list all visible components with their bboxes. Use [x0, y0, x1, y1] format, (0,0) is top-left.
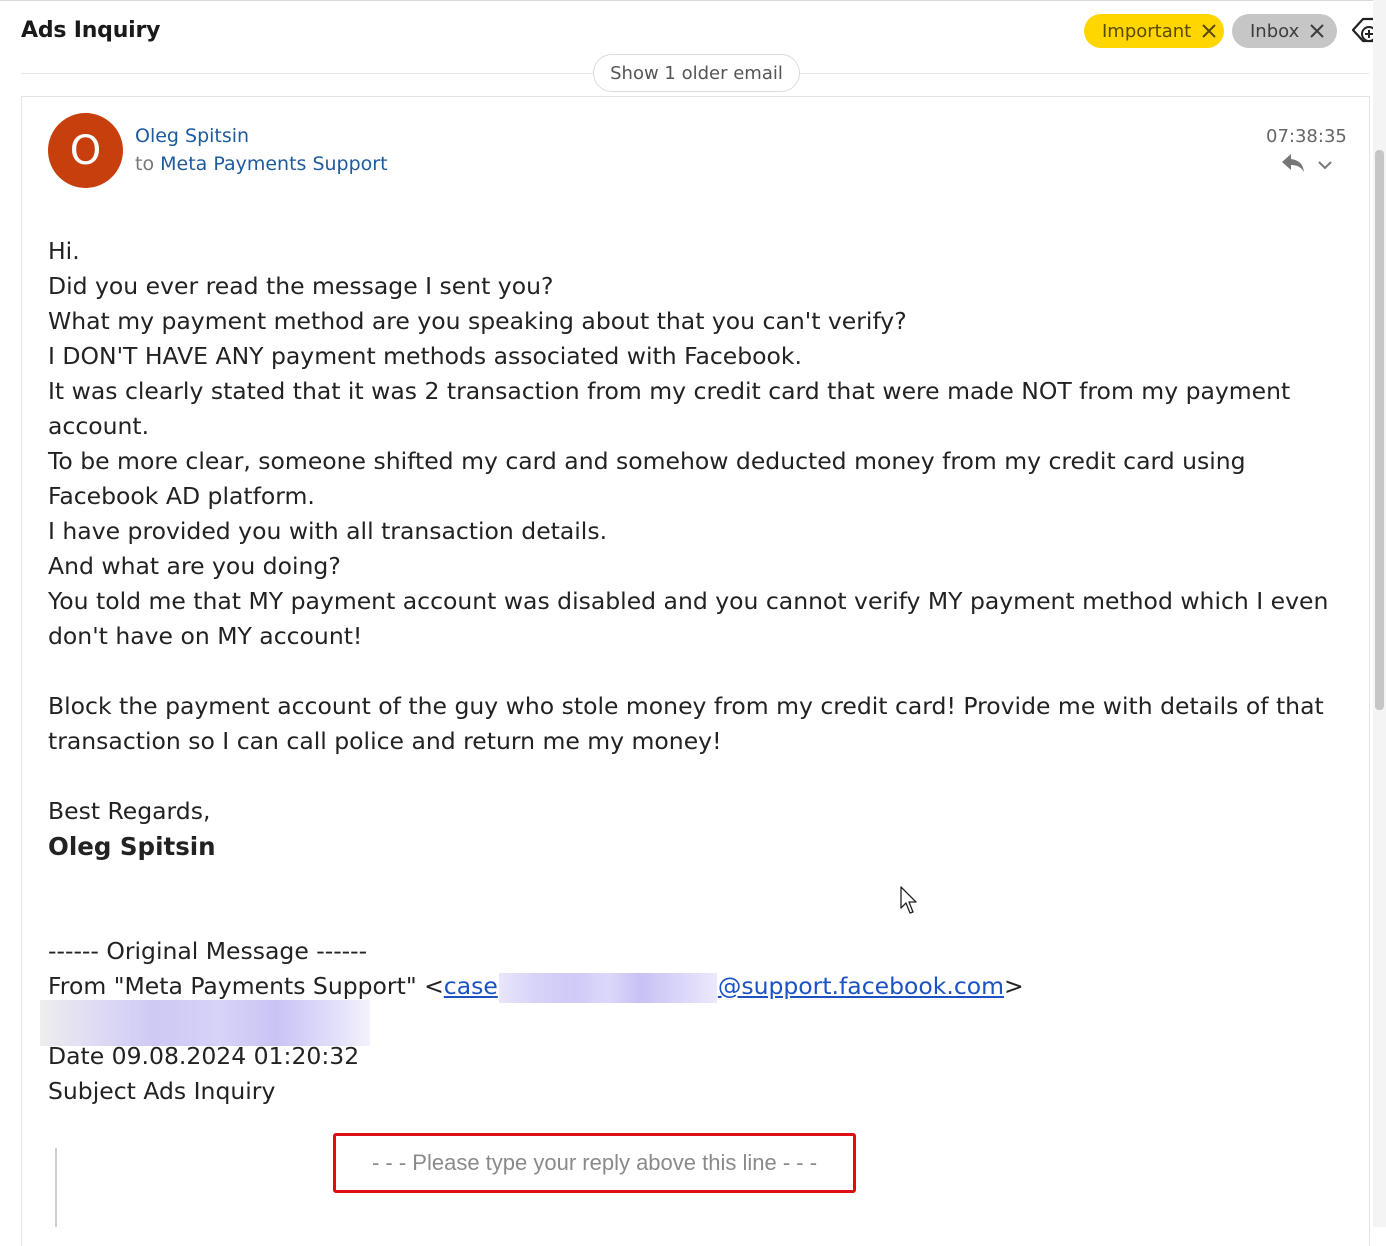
reply-icon[interactable] — [1280, 152, 1306, 174]
tag-important[interactable]: Important — [1084, 14, 1224, 48]
from-email-link[interactable]: case @support.facebook.com — [444, 972, 1004, 1003]
closing: Best Regards, — [48, 797, 211, 825]
from-suffix: > — [1004, 972, 1024, 1000]
original-header: ------ Original Message ------ — [48, 937, 368, 965]
body-line: What my payment method are you speaking … — [48, 307, 907, 335]
to-prefix: to — [135, 153, 155, 175]
original-subject: Subject Ads Inquiry — [48, 1077, 276, 1105]
from-prefix: From "Meta Payments Support" < — [48, 972, 444, 1000]
body-line: I DON'T HAVE ANY payment methods associa… — [48, 342, 802, 370]
body-paragraph: Block the payment account of the guy who… — [48, 692, 1324, 755]
body-line: I have provided you with all transaction… — [48, 517, 608, 545]
close-icon[interactable] — [1200, 22, 1218, 40]
reply-above-line-marker: - - - Please type your reply above this … — [333, 1133, 856, 1193]
body-line: Did you ever read the message I sent you… — [48, 272, 554, 300]
show-older-email-button[interactable]: Show 1 older email — [593, 54, 800, 92]
body-line: You told me that MY payment account was … — [48, 587, 1329, 650]
redaction — [40, 1000, 370, 1046]
quote-bar — [55, 1148, 57, 1227]
recipient-line: to Meta Payments Support — [135, 153, 388, 175]
avatar: O — [48, 113, 123, 188]
message-time: 07:38:35 — [1266, 126, 1347, 147]
close-icon[interactable] — [1308, 22, 1326, 40]
top-border — [0, 0, 1386, 1]
tag-inbox[interactable]: Inbox — [1232, 14, 1337, 48]
body-line: Hi. — [48, 237, 80, 265]
scrollbar-thumb[interactable] — [1375, 150, 1384, 710]
redaction — [498, 972, 717, 1003]
original-from: From "Meta Payments Support" <case @suppo… — [48, 969, 1358, 1004]
body-line: It was clearly stated that it was 2 tran… — [48, 377, 1291, 440]
thread-subject: Ads Inquiry — [21, 18, 161, 43]
signature: Oleg Spitsin — [48, 832, 216, 861]
sender-name[interactable]: Oleg Spitsin — [135, 125, 249, 147]
tag-inbox-label: Inbox — [1250, 20, 1300, 42]
mouse-cursor-icon — [900, 886, 920, 916]
body-line: To be more clear, someone shifted my car… — [48, 447, 1246, 510]
body-line: And what are you doing? — [48, 552, 341, 580]
scrollbar[interactable] — [1373, 0, 1386, 1227]
recipient-name[interactable]: Meta Payments Support — [160, 153, 387, 175]
tag-important-label: Important — [1102, 20, 1192, 42]
chevron-down-icon[interactable] — [1317, 156, 1333, 170]
message-body: Hi. Did you ever read the message I sent… — [48, 234, 1358, 1109]
